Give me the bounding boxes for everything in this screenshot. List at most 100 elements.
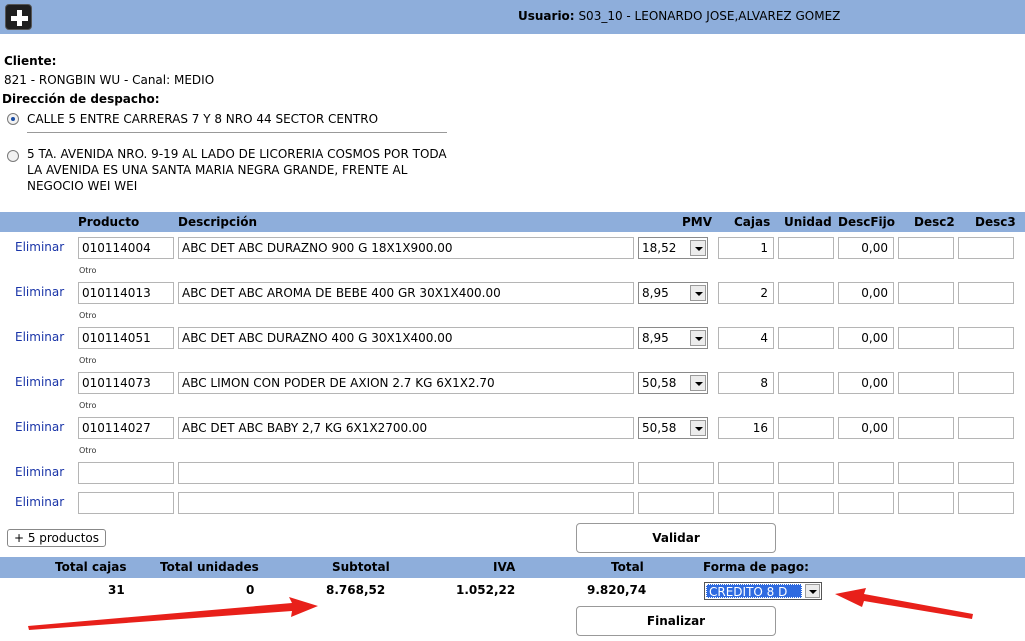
delete-link[interactable]: Eliminar bbox=[15, 375, 64, 389]
chevron-down-icon bbox=[690, 285, 706, 301]
desc2-input[interactable] bbox=[898, 237, 954, 259]
product-description-input[interactable]: ABC DET ABC BABY 2,7 KG 6X1X2700.00 bbox=[178, 417, 634, 439]
desc2-input[interactable] bbox=[898, 282, 954, 304]
chevron-down-icon bbox=[690, 330, 706, 346]
address-radio-1[interactable] bbox=[7, 113, 19, 125]
pmv-input[interactable] bbox=[638, 462, 714, 484]
user-label: Usuario: bbox=[518, 9, 575, 23]
delete-link[interactable]: Eliminar bbox=[15, 420, 64, 434]
finalize-button[interactable]: Finalizar bbox=[576, 606, 776, 636]
delete-link[interactable]: Eliminar bbox=[15, 240, 64, 254]
product-code-input[interactable]: 010114004 bbox=[78, 237, 174, 259]
iva-value: 1.052,22 bbox=[456, 583, 516, 597]
pmv-select[interactable]: 8,95 bbox=[638, 282, 708, 304]
unidad-input[interactable] bbox=[778, 327, 834, 349]
chevron-down-icon bbox=[690, 240, 706, 256]
annotation-arrow-left bbox=[28, 597, 318, 630]
unidad-input[interactable] bbox=[778, 462, 834, 484]
desc3-input[interactable] bbox=[958, 417, 1014, 439]
iva-label: IVA bbox=[493, 560, 516, 574]
total-cajas-label: Total cajas bbox=[55, 560, 127, 574]
delete-link[interactable]: Eliminar bbox=[15, 495, 64, 509]
desc3-input[interactable] bbox=[958, 282, 1014, 304]
col-cajas: Cajas bbox=[734, 215, 771, 229]
descfijo-input[interactable]: 0,00 bbox=[838, 282, 894, 304]
cajas-input[interactable]: 4 bbox=[718, 327, 774, 349]
subtotal-value: 8.768,52 bbox=[326, 583, 386, 597]
cajas-input[interactable]: 16 bbox=[718, 417, 774, 439]
client-label: Cliente: bbox=[4, 54, 57, 68]
descfijo-input[interactable] bbox=[838, 462, 894, 484]
descfijo-input[interactable]: 0,00 bbox=[838, 237, 894, 259]
unidad-input[interactable] bbox=[778, 492, 834, 514]
desc3-input[interactable] bbox=[958, 237, 1014, 259]
product-description-input[interactable]: ABC DET ABC AROMA DE BEBE 400 GR 30X1X40… bbox=[178, 282, 634, 304]
product-code-input[interactable]: 010114013 bbox=[78, 282, 174, 304]
product-description-input[interactable]: ABC DET ABC DURAZNO 900 G 18X1X900.00 bbox=[178, 237, 634, 259]
subtotal-label: Subtotal bbox=[332, 560, 390, 574]
client-value: 821 - RONGBIN WU - Canal: MEDIO bbox=[4, 73, 215, 87]
add-more-products-button[interactable]: + 5 productos bbox=[7, 529, 106, 547]
validate-button[interactable]: Validar bbox=[576, 523, 776, 553]
address-radio-2[interactable] bbox=[7, 150, 19, 162]
top-bar: Usuario: S03_10 - LEONARDO JOSE,ALVAREZ … bbox=[0, 0, 1025, 34]
col-desc2: Desc2 bbox=[914, 215, 955, 229]
pmv-select[interactable]: 50,58 bbox=[638, 417, 708, 439]
col-unidad: Unidad bbox=[784, 215, 832, 229]
desc3-input[interactable] bbox=[958, 492, 1014, 514]
product-description-input[interactable]: ABC LIMON CON PODER DE AXION 2.7 KG 6X1X… bbox=[178, 372, 634, 394]
user-value: S03_10 - LEONARDO JOSE,ALVAREZ GOMEZ bbox=[578, 9, 841, 23]
cajas-input[interactable] bbox=[718, 462, 774, 484]
address-option-1[interactable]: CALLE 5 ENTRE CARRERAS 7 Y 8 NRO 44 SECT… bbox=[27, 111, 457, 127]
address-option-2[interactable]: 5 TA. AVENIDA NRO. 9-19 AL LADO DE LICOR… bbox=[27, 146, 452, 194]
product-description-input[interactable] bbox=[178, 462, 634, 484]
cajas-input[interactable]: 8 bbox=[718, 372, 774, 394]
desc3-input[interactable] bbox=[958, 372, 1014, 394]
cajas-input[interactable]: 2 bbox=[718, 282, 774, 304]
user-info: Usuario: S03_10 - LEONARDO JOSE,ALVAREZ … bbox=[518, 9, 840, 23]
desc3-input[interactable] bbox=[958, 462, 1014, 484]
unidad-input[interactable] bbox=[778, 417, 834, 439]
pmv-select[interactable]: 8,95 bbox=[638, 327, 708, 349]
totals-header: Total cajas Total unidades Subtotal IVA … bbox=[0, 557, 1025, 578]
desc2-input[interactable] bbox=[898, 372, 954, 394]
desc2-input[interactable] bbox=[898, 417, 954, 439]
pmv-input[interactable] bbox=[638, 492, 714, 514]
delete-link[interactable]: Eliminar bbox=[15, 330, 64, 344]
annotation-arrow-right bbox=[835, 588, 973, 619]
cajas-input[interactable]: 1 bbox=[718, 237, 774, 259]
product-code-input[interactable]: 010114027 bbox=[78, 417, 174, 439]
pmv-value: 50,58 bbox=[642, 376, 677, 390]
descfijo-input[interactable]: 0,00 bbox=[838, 327, 894, 349]
plus-icon[interactable] bbox=[5, 4, 32, 30]
desc2-input[interactable] bbox=[898, 492, 954, 514]
desc2-input[interactable] bbox=[898, 462, 954, 484]
products-table-header: Producto Descripción PMV Cajas Unidad De… bbox=[0, 212, 1025, 232]
product-code-input[interactable] bbox=[78, 462, 174, 484]
total-unidades-value: 0 bbox=[246, 583, 255, 597]
desc3-input[interactable] bbox=[958, 327, 1014, 349]
other-label: Otro bbox=[79, 446, 97, 455]
product-description-input[interactable] bbox=[178, 492, 634, 514]
descfijo-input[interactable]: 0,00 bbox=[838, 372, 894, 394]
descfijo-input[interactable] bbox=[838, 492, 894, 514]
delete-link[interactable]: Eliminar bbox=[15, 465, 64, 479]
pmv-select[interactable]: 18,52 bbox=[638, 237, 708, 259]
product-description-input[interactable]: ABC DET ABC DURAZNO 400 G 30X1X400.00 bbox=[178, 327, 634, 349]
product-code-input[interactable]: 010114073 bbox=[78, 372, 174, 394]
chevron-down-icon bbox=[805, 584, 820, 598]
product-code-input[interactable] bbox=[78, 492, 174, 514]
unidad-input[interactable] bbox=[778, 282, 834, 304]
desc2-input[interactable] bbox=[898, 327, 954, 349]
product-code-input[interactable]: 010114051 bbox=[78, 327, 174, 349]
payment-method-select[interactable]: CREDITO 8 D bbox=[704, 582, 822, 600]
other-label: Otro bbox=[79, 356, 97, 365]
descfijo-input[interactable]: 0,00 bbox=[838, 417, 894, 439]
unidad-input[interactable] bbox=[778, 237, 834, 259]
delete-link[interactable]: Eliminar bbox=[15, 285, 64, 299]
total-label: Total bbox=[611, 560, 644, 574]
cajas-input[interactable] bbox=[718, 492, 774, 514]
pmv-select[interactable]: 50,58 bbox=[638, 372, 708, 394]
chevron-down-icon bbox=[690, 420, 706, 436]
unidad-input[interactable] bbox=[778, 372, 834, 394]
